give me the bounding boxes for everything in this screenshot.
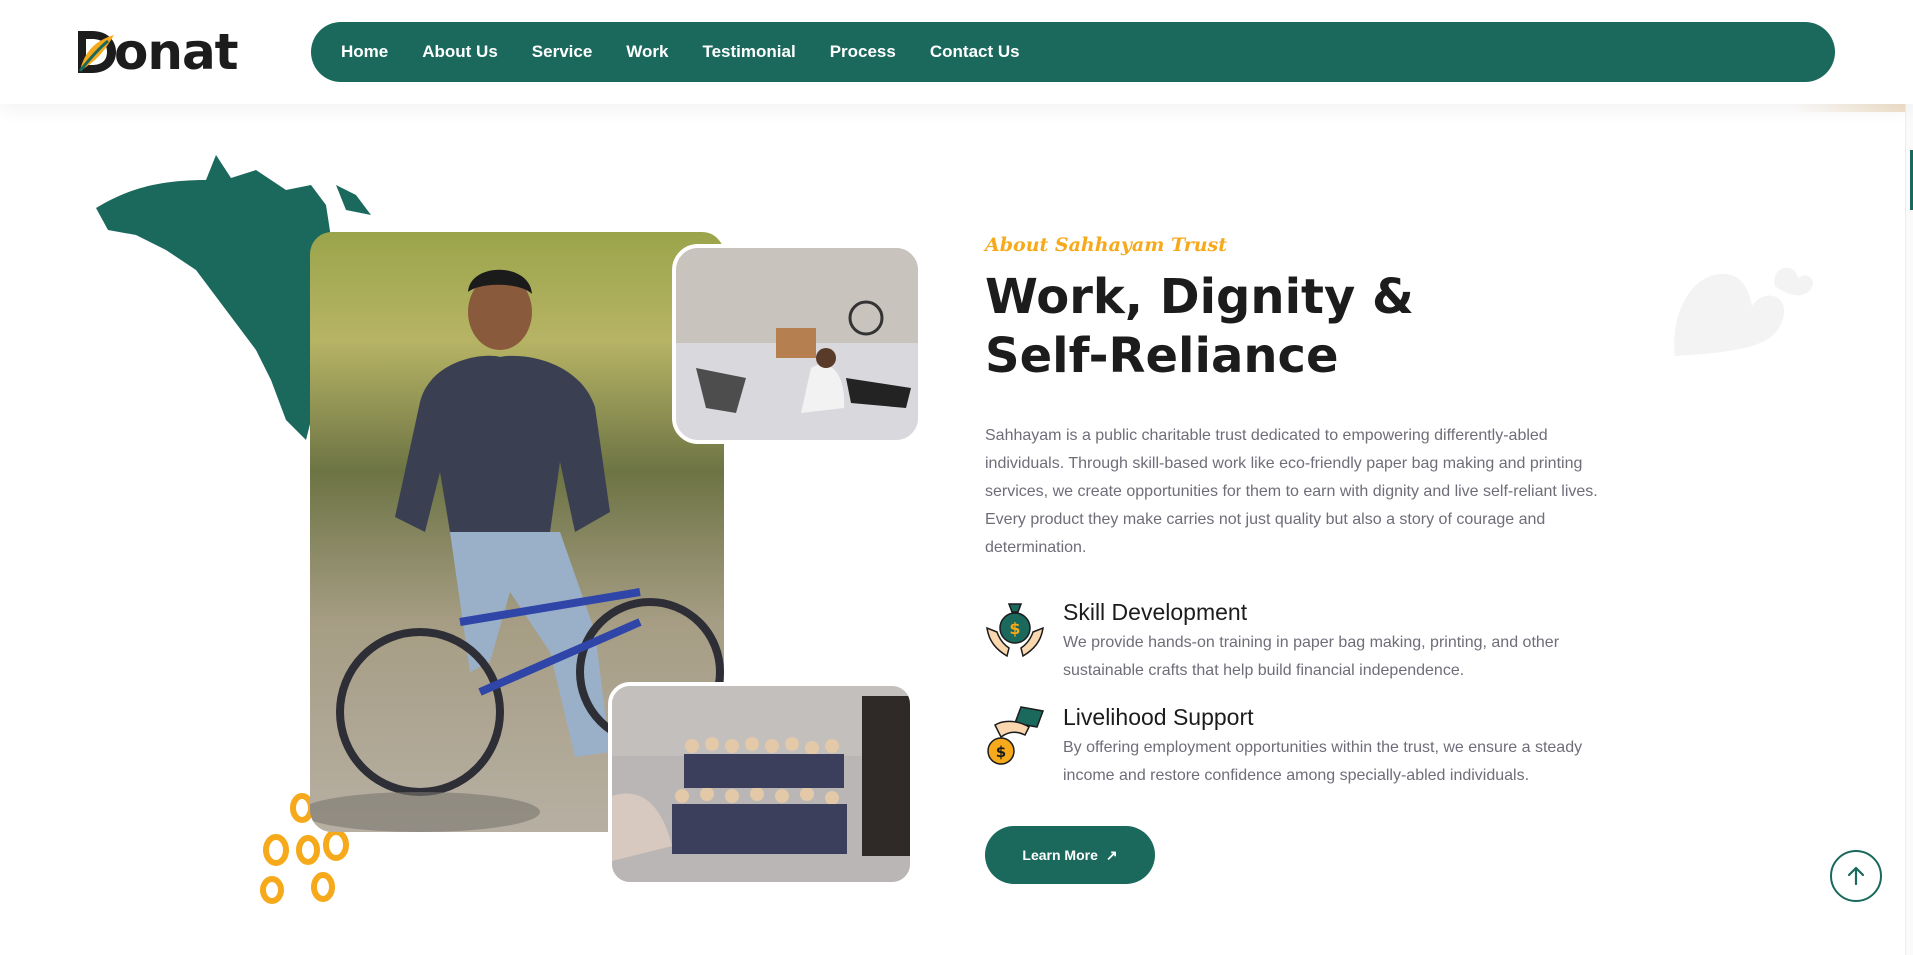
section-title: Work, Dignity & Self-Reliance: [985, 269, 1414, 384]
workshop-illustration: [676, 248, 918, 440]
logo-text: onat: [114, 23, 239, 81]
group-photo: [608, 682, 914, 886]
nav-contact-us[interactable]: Contact Us: [930, 42, 1020, 62]
learn-more-button[interactable]: Learn More ↗: [985, 826, 1155, 884]
feature-title: Livelihood Support: [1063, 704, 1254, 730]
group-illustration: [612, 686, 910, 882]
main-nav: Home About Us Service Work Testimonial P…: [311, 22, 1835, 82]
feature-skill-development: $ Skill Development We provide hands-on …: [985, 598, 1605, 685]
workshop-photo: [672, 244, 922, 444]
nav-home[interactable]: Home: [341, 42, 388, 62]
arrow-up-right-icon: ↗: [1105, 846, 1118, 863]
back-to-top-button[interactable]: [1830, 850, 1882, 902]
nav-service[interactable]: Service: [532, 42, 593, 62]
svg-text:$: $: [1009, 619, 1020, 638]
site-header: onat Home About Us Service Work Testimon…: [0, 0, 1913, 104]
feature-livelihood-support: $ Livelihood Support By offering employm…: [985, 703, 1605, 790]
svg-text:$: $: [996, 743, 1006, 761]
scrollbar[interactable]: [1905, 0, 1913, 955]
section-paragraph: Sahhayam is a public charitable trust de…: [985, 427, 1598, 556]
nav-work[interactable]: Work: [626, 42, 668, 62]
learn-more-label: Learn More: [1022, 847, 1098, 863]
hearts-decoration: [1674, 267, 1814, 356]
arrow-up-icon: [1847, 866, 1865, 886]
money-bag-hands-icon: $: [986, 603, 1044, 658]
nav-about-us[interactable]: About Us: [422, 42, 498, 62]
about-section: About Sahhayam Trust Work, Dignity & Sel…: [985, 234, 1605, 884]
logo[interactable]: onat: [74, 23, 239, 81]
feature-title: Skill Development: [1063, 599, 1248, 625]
feature-description: By offering employment opportunities wit…: [1063, 739, 1583, 784]
section-eyebrow: About Sahhayam Trust: [985, 234, 1227, 256]
nav-testimonial[interactable]: Testimonial: [702, 42, 795, 62]
nav-process[interactable]: Process: [830, 42, 896, 62]
feature-description: We provide hands-on training in paper ba…: [1063, 634, 1560, 679]
hand-coin-icon: $: [987, 706, 1045, 765]
